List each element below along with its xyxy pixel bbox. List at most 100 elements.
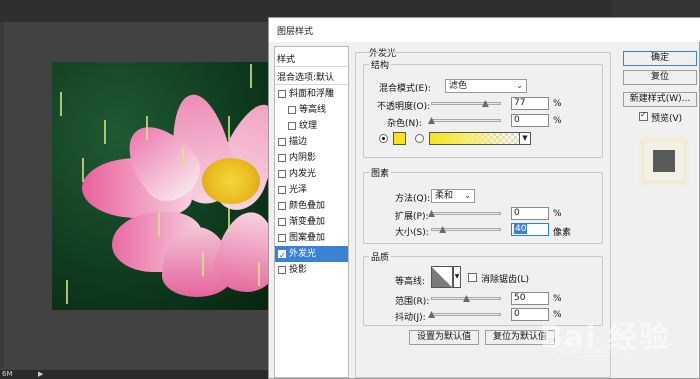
status-arrow-icon[interactable]: ▶: [38, 370, 43, 379]
technique-label: 方法(Q):: [395, 194, 431, 204]
gradient-picker[interactable]: [429, 132, 521, 145]
opacity-slider[interactable]: [431, 102, 501, 105]
style-item-label: 外发光: [289, 249, 317, 259]
spread-input[interactable]: 0: [511, 207, 549, 220]
styles-list: 样式 混合选项:默认 斜面和浮雕等高线纹理描边内阴影内发光光泽颜色叠加渐变叠加图…: [274, 46, 349, 378]
gradient-radio[interactable]: [415, 134, 424, 143]
dialog-titlebar[interactable]: 图层样式: [269, 18, 700, 42]
rain-streak: [258, 262, 260, 286]
style-item-label: 内发光: [289, 169, 317, 179]
blend-mode-select[interactable]: 滤色 ⌄: [445, 79, 527, 93]
watermark-url: jingyan.baidu.com: [552, 346, 626, 355]
style-item[interactable]: 描边: [275, 134, 348, 150]
opacity-label: 不透明度(O):: [377, 102, 431, 112]
preview-label: 预览(V): [651, 114, 683, 124]
dialog-title: 图层样式: [277, 27, 314, 37]
style-item-label: 内阴影: [289, 153, 317, 163]
contour-dropdown-icon[interactable]: ▼: [453, 266, 461, 288]
structure-title: 结构: [369, 58, 392, 71]
blend-options-item[interactable]: 混合选项:默认: [277, 70, 334, 83]
style-item[interactable]: 渐变叠加: [275, 214, 348, 230]
range-value: 50: [514, 293, 526, 303]
style-item-label: 等高线: [299, 105, 327, 115]
styles-header[interactable]: 样式: [277, 52, 295, 65]
quality-title: 品质: [369, 250, 392, 263]
style-item[interactable]: 颜色叠加: [275, 198, 348, 214]
rain-streak: [82, 158, 84, 182]
style-checkbox[interactable]: [278, 202, 286, 210]
glow-color-swatch[interactable]: [393, 132, 406, 145]
new-style-button[interactable]: 新建样式(W)...: [623, 92, 697, 107]
style-item[interactable]: 光泽: [275, 182, 348, 198]
rain-streak: [182, 146, 184, 170]
lotus-image: [52, 62, 268, 310]
percent-unit: %: [553, 209, 562, 219]
style-item-label: 光泽: [289, 185, 308, 195]
style-item[interactable]: 内发光: [275, 166, 348, 182]
range-input[interactable]: 50: [511, 292, 549, 305]
antialias-checkbox[interactable]: [468, 273, 477, 282]
style-checkbox[interactable]: [288, 122, 296, 130]
style-checkbox[interactable]: [288, 106, 296, 114]
lotus-center: [202, 158, 260, 204]
status-bar: 6M ▶: [0, 370, 270, 379]
style-item-label: 描边: [289, 137, 308, 147]
percent-unit: %: [553, 294, 562, 304]
opacity-input[interactable]: 77: [511, 97, 549, 110]
style-checkbox[interactable]: [278, 170, 286, 178]
style-checkbox[interactable]: [278, 186, 286, 194]
blend-mode-label: 混合模式(E):: [379, 84, 431, 94]
style-item-label: 投影: [289, 265, 308, 275]
noise-slider[interactable]: [431, 119, 501, 122]
jitter-slider[interactable]: [431, 313, 501, 316]
style-checkbox[interactable]: [278, 218, 286, 226]
style-checkbox[interactable]: [278, 248, 286, 264]
style-item-label: 斜面和浮雕: [289, 89, 335, 99]
style-item[interactable]: 斜面和浮雕: [275, 86, 348, 102]
noise-input[interactable]: 0: [511, 114, 549, 127]
solid-color-radio[interactable]: [379, 134, 388, 143]
gradient-dropdown-icon[interactable]: ▼: [519, 132, 531, 145]
noise-value: 0: [514, 115, 520, 125]
style-checkbox[interactable]: [278, 90, 286, 98]
style-item[interactable]: 投影: [275, 262, 348, 278]
style-checkbox[interactable]: [278, 234, 286, 242]
size-label: 大小(S):: [395, 228, 429, 238]
rain-streak: [158, 212, 160, 236]
size-unit: 像素: [553, 228, 572, 238]
style-item[interactable]: 纹理: [275, 118, 348, 134]
size-input[interactable]: 40: [511, 223, 549, 236]
rain-streak: [104, 120, 106, 144]
rain-streak: [250, 64, 252, 88]
spread-label: 扩展(P):: [395, 212, 429, 222]
style-item[interactable]: 内阴影: [275, 150, 348, 166]
technique-select[interactable]: 柔和 ⌄: [431, 189, 475, 203]
reset-button[interactable]: 复位: [623, 70, 697, 85]
preview-checkbox[interactable]: [639, 110, 648, 121]
contour-picker[interactable]: [431, 266, 453, 288]
dialog-buttons: 确定 复位 新建样式(W)... 预览(V): [621, 46, 699, 196]
style-item[interactable]: 等高线: [275, 102, 348, 118]
spread-slider[interactable]: [431, 212, 501, 215]
rain-streak: [228, 208, 230, 232]
status-zoom: 6M: [2, 370, 13, 378]
style-checkbox[interactable]: [278, 154, 286, 162]
style-item-label: 渐变叠加: [289, 217, 326, 227]
style-item[interactable]: 外发光: [275, 246, 348, 264]
style-item[interactable]: 图案叠加: [275, 230, 348, 246]
divider: [275, 66, 348, 67]
style-item-label: 颜色叠加: [289, 201, 326, 211]
ok-button[interactable]: 确定: [623, 51, 697, 66]
make-default-button[interactable]: 设置为默认值: [409, 330, 479, 345]
style-checkbox[interactable]: [278, 266, 286, 274]
rain-streak: [66, 280, 68, 304]
spread-value: 0: [514, 208, 520, 218]
style-checkbox[interactable]: [278, 138, 286, 146]
chevron-down-icon: ⌄: [464, 191, 471, 200]
style-item-label: 图案叠加: [289, 233, 326, 243]
jitter-label: 抖动(J):: [395, 313, 426, 323]
rain-streak: [60, 92, 62, 116]
antialias-label: 消除锯齿(L): [481, 275, 530, 285]
canvas-scrollbar[interactable]: [0, 22, 4, 368]
opacity-value: 77: [514, 98, 526, 108]
